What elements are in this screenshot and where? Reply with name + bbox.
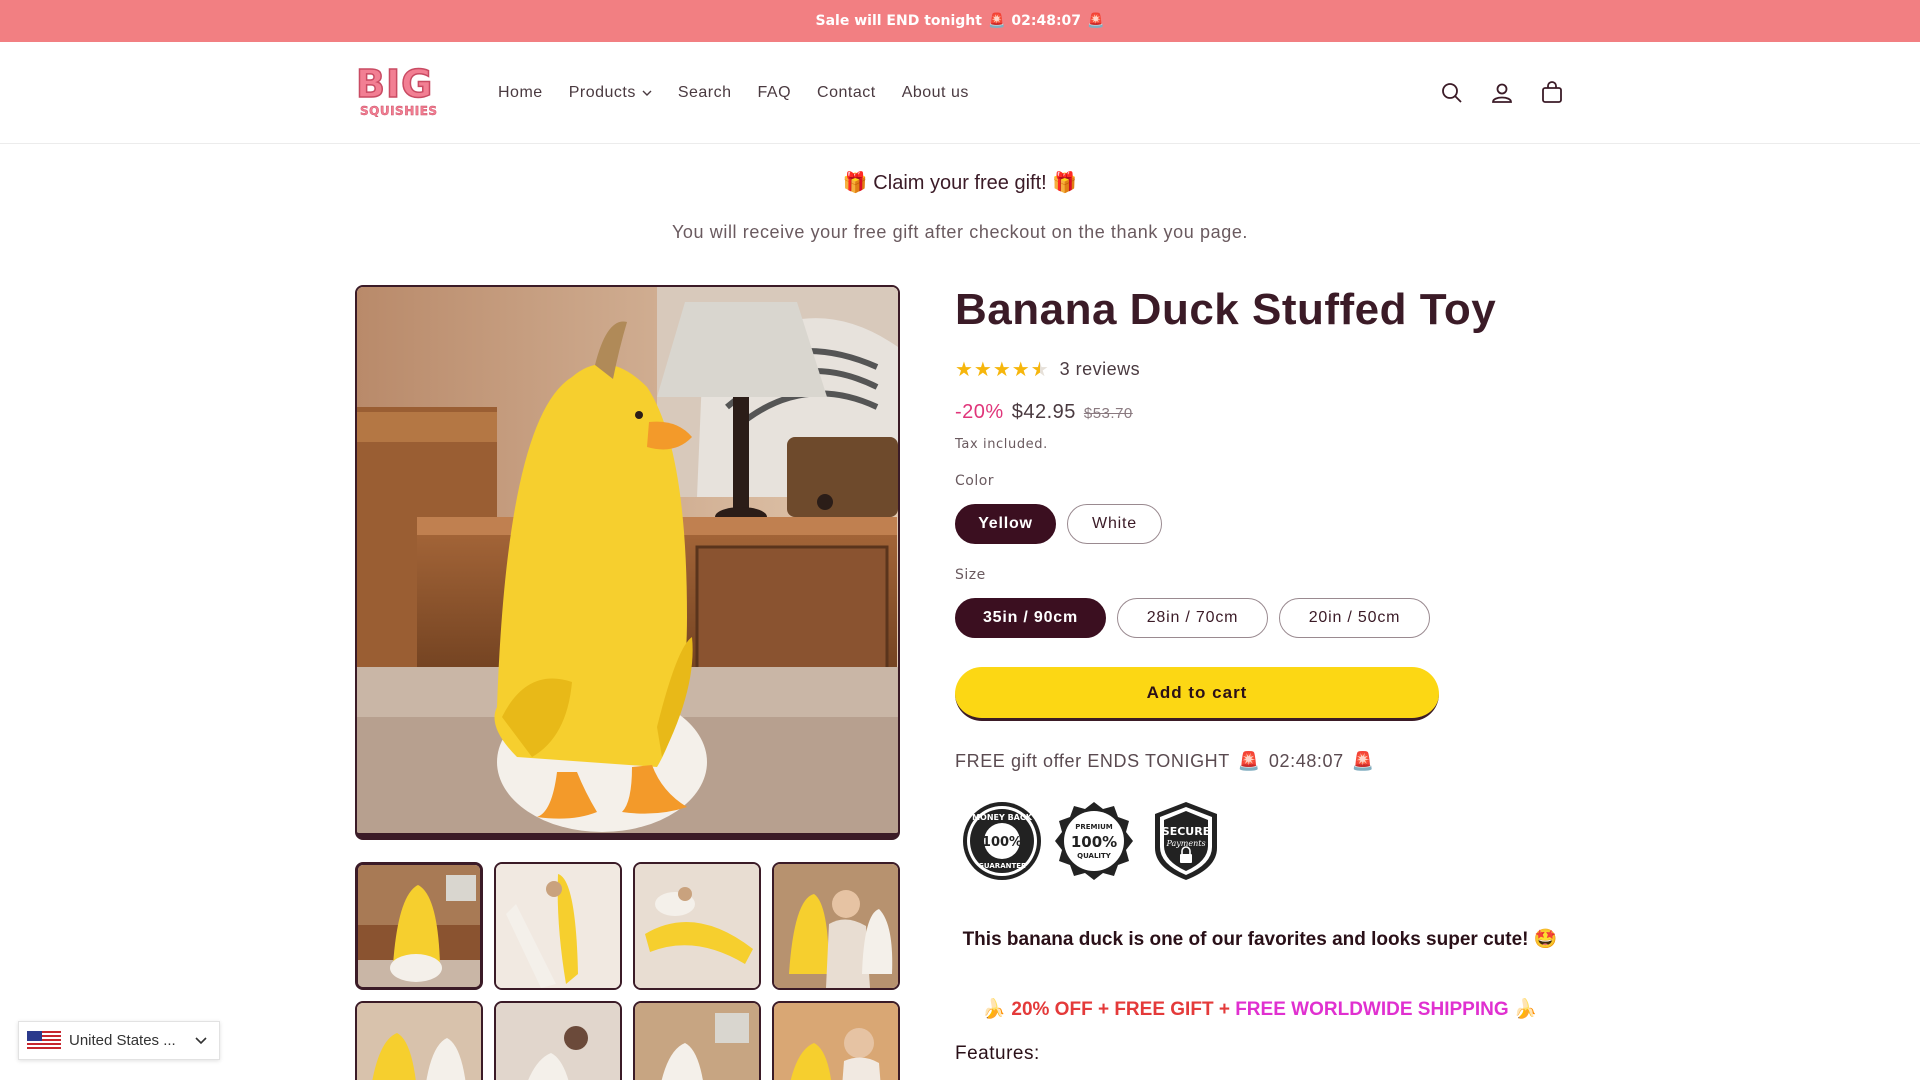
color-option-white[interactable]: White [1067,504,1162,544]
size-option-28in[interactable]: 28in / 70cm [1117,598,1268,638]
site-header: BIG SQUISHIES Home Products Search FAQ C… [0,42,1920,144]
price: -20% $42.95 $53.70 [955,401,1133,424]
product-main-image[interactable] [355,285,900,840]
logo[interactable]: BIG SQUISHIES [354,61,458,124]
announcement-text: Sale will END tonight [815,13,982,29]
color-label: Color [955,473,995,489]
us-flag-icon [27,1030,61,1051]
tax-note: Tax included. [955,437,1048,452]
discount-label: -20% [955,401,1004,423]
header-icons [1440,42,1564,144]
star-rating-icon: ★★★★★★ [955,357,1050,381]
features-heading: Features: [955,1043,1040,1064]
size-option-35in[interactable]: 35in / 90cm [955,598,1106,638]
add-to-cart-button[interactable]: Add to cart [955,667,1439,721]
svg-text:QUALITY: QUALITY [1077,852,1112,860]
thumbnail-3[interactable] [633,862,761,990]
search-icon[interactable] [1440,81,1464,105]
siren-icon: 🚨 [1351,751,1375,771]
offer-text: FREE gift offer ENDS TONIGHT [955,751,1230,771]
offer-timer: 02:48:07 [1268,751,1344,771]
rating[interactable]: ★★★★★★ 3 reviews [955,357,1140,381]
country-selector[interactable]: United States ... [18,1021,220,1060]
nav-faq[interactable]: FAQ [758,84,792,102]
money-back-guarantee-icon: 100% MONEY BACK GUARANTEE [963,802,1041,880]
promo-title: 🎁 Claim your free gift! 🎁 [842,172,1078,194]
thumbnail-7[interactable] [633,1001,761,1080]
country-label: United States ... [69,1032,176,1049]
main-nav: Home Products Search FAQ Contact About u… [498,42,995,144]
nav-contact[interactable]: Contact [817,84,876,102]
thumbnail-5[interactable] [355,1001,483,1080]
nav-about[interactable]: About us [902,84,969,102]
svg-text:GUARANTEE: GUARANTEE [978,862,1026,870]
siren-icon: 🚨 [987,13,1006,29]
color-option-yellow[interactable]: Yellow [955,504,1056,544]
svg-text:PREMIUM: PREMIUM [1075,823,1113,831]
product-title: Banana Duck Stuffed Toy [955,285,1497,334]
description-promo: 🍌 20% OFF + FREE GIFT + FREE WORLDWIDE S… [955,997,1565,1021]
thumbnail-1[interactable] [355,862,483,990]
thumbnail-8[interactable] [772,1001,900,1080]
cart-icon[interactable] [1540,81,1564,105]
compare-price: $53.70 [1083,405,1133,422]
description-headline: This banana duck is one of our favorites… [962,929,1558,950]
banana-icon: 🍌 [982,999,1007,1020]
announcement-timer: 02:48:07 [1011,13,1082,29]
secure-payments-icon: SECURE Payments [1155,802,1217,880]
nav-search[interactable]: Search [678,84,732,102]
premium-quality-icon: PREMIUM 100% QUALITY [1055,802,1133,880]
siren-icon: 🚨 [1087,13,1105,29]
announcement-bar: Sale will END tonight 🚨 02:48:07 🚨 [0,0,1920,42]
logo-text-squishies: SQUISHIES [360,104,438,118]
promo-subtitle: You will receive your free gift after ch… [671,222,1249,242]
siren-icon: 🚨 [1237,751,1261,771]
svg-text:100%: 100% [982,835,1022,850]
nav-products[interactable]: Products [569,84,652,102]
svg-text:SECURE: SECURE [1162,825,1210,838]
chevron-down-icon [195,1037,207,1045]
svg-text:MONEY BACK: MONEY BACK [972,813,1033,822]
thumbnail-2[interactable] [494,862,622,990]
free-gift-offer: FREE gift offer ENDS TONIGHT 🚨 02:48:07 … [955,751,1375,772]
reviews-count[interactable]: 3 reviews [1060,359,1141,380]
size-option-20in[interactable]: 20in / 50cm [1279,598,1430,638]
chevron-down-icon [642,90,652,96]
nav-home[interactable]: Home [498,84,543,102]
promo-shipping-text: FREE WORLDWIDE SHIPPING [1235,999,1509,1020]
svg-text:100%: 100% [1071,833,1117,851]
thumbnail-4[interactable] [772,862,900,990]
logo-text-big: BIG [355,61,434,107]
size-label: Size [955,567,986,583]
trust-badges: 100% MONEY BACK GUARANTEE PREMIUM 100% Q… [961,800,1227,882]
current-price: $42.95 [1011,401,1076,423]
banana-icon: 🍌 [1513,999,1538,1020]
account-icon[interactable] [1490,81,1514,105]
thumbnail-6[interactable] [494,1001,622,1080]
promo-discount-text: 20% OFF + FREE GIFT + [1011,999,1230,1020]
